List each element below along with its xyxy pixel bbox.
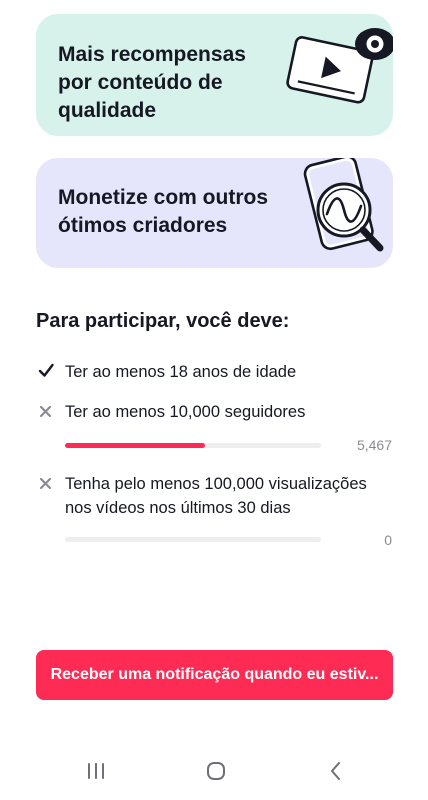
followers-progress-value: 5,467 — [356, 437, 392, 453]
video-eye-icon — [281, 22, 393, 117]
check-icon — [36, 360, 56, 380]
monetize-card: Monetize com outros ótimos criadores — [36, 158, 393, 268]
notify-me-button[interactable]: Receber uma notificação quando eu estiv.… — [36, 650, 393, 700]
home-icon[interactable] — [196, 758, 236, 784]
back-icon[interactable] — [316, 758, 356, 784]
rewards-card-title: Mais recompensas por conteúdo de qualida… — [58, 43, 246, 122]
requirement-age-text: Ter ao menos 18 anos de idade — [65, 363, 297, 381]
monetize-card-title: Monetize com outros ótimos criadores — [58, 186, 269, 237]
cross-icon — [36, 400, 56, 420]
rewards-card: Mais recompensas por conteúdo de qualida… — [36, 14, 393, 136]
requirement-followers-text: Ter ao menos 10,000 seguidores — [65, 403, 306, 421]
requirements-title: Para participar, você deve: — [36, 310, 290, 332]
requirement-views-text: Tenha pelo menos 100,000 visualizações n… — [65, 475, 367, 517]
phone-magnifier-icon — [298, 158, 393, 268]
followers-progress-bar — [65, 443, 321, 448]
followers-progress-fill — [65, 443, 205, 448]
views-progress-value: 0 — [384, 532, 392, 548]
cross-icon — [36, 472, 56, 492]
views-progress-bar — [65, 537, 321, 542]
recent-apps-icon[interactable] — [76, 758, 116, 784]
system-navigation-bar — [0, 740, 428, 800]
